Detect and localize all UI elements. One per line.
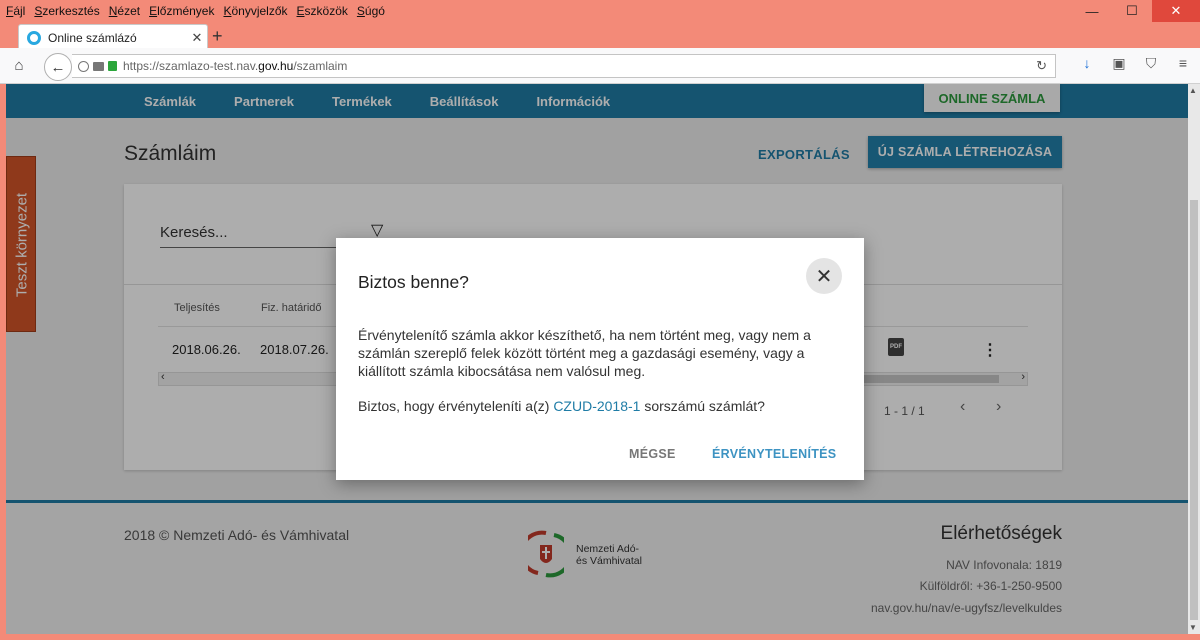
scroll-up-icon[interactable]: ▲ — [1189, 86, 1197, 95]
address-bar[interactable]: https://szamlazo-test.nav.gov.hu/szamlai… — [72, 54, 1056, 78]
home-icon[interactable]: ⌂ — [10, 57, 28, 75]
hamburger-menu-icon[interactable]: ≡ — [1176, 55, 1190, 71]
toolbar-icons: ↓ ▣ ⛉ ≡ — [1080, 55, 1190, 72]
menu-view[interactable]: Nézet — [109, 4, 140, 18]
back-button[interactable]: ← — [44, 53, 72, 81]
dialog-question: Biztos, hogy érvényteleníti a(z) CZUD-20… — [358, 398, 765, 414]
minimize-button[interactable]: — — [1072, 0, 1112, 22]
tab-close-icon[interactable]: ✕ — [187, 30, 207, 46]
scroll-thumb[interactable] — [1190, 200, 1198, 620]
tab-title: Online számlázó — [48, 30, 137, 45]
permissions-icon — [93, 61, 104, 71]
menu-bar: Fájl Szerkesztés Nézet Előzmények Könyvj… — [0, 0, 1200, 22]
confirm-dialog: Biztos benne? ✕ Érvénytelenítő számla ak… — [336, 238, 864, 480]
dialog-title: Biztos benne? — [358, 272, 469, 292]
menu-tools[interactable]: Eszközök — [297, 4, 348, 18]
shield-icon[interactable]: ⛉ — [1144, 55, 1158, 71]
invoice-number: CZUD-2018-1 — [553, 398, 641, 414]
url-text: https://szamlazo-test.nav.gov.hu/szamlai… — [123, 59, 348, 73]
menu-history[interactable]: Előzmények — [149, 4, 214, 18]
invalidate-button[interactable]: ÉRVÉNYTELENÍTÉS — [712, 447, 836, 461]
tab-online-szamlazo[interactable]: Online számlázó ✕ — [18, 24, 208, 50]
new-tab-button[interactable]: + — [212, 26, 223, 47]
menu-edit[interactable]: Szerkesztés — [34, 4, 99, 18]
tab-strip: Online számlázó ✕ + — [0, 22, 1200, 50]
back-arrow-icon: ← — [50, 58, 66, 76]
close-icon[interactable]: ✕ — [806, 258, 842, 294]
info-icon — [78, 60, 89, 72]
window-controls: — ☐ ✕ — [1072, 0, 1200, 22]
sidebar-icon[interactable]: ▣ — [1112, 55, 1126, 71]
vertical-scrollbar[interactable]: ▲ ▼ — [1188, 84, 1200, 634]
cancel-button[interactable]: MÉGSE — [629, 447, 676, 461]
close-window-button[interactable]: ✕ — [1152, 0, 1200, 22]
menu-file[interactable]: Fájl — [6, 4, 25, 18]
scroll-down-icon[interactable]: ▼ — [1189, 623, 1197, 632]
browser-toolbar: ⌂ ← https://szamlazo-test.nav.gov.hu/sza… — [0, 48, 1200, 84]
lock-icon — [108, 61, 117, 71]
menu-bookmarks[interactable]: Könyvjelzők — [223, 4, 287, 18]
reload-icon[interactable]: ↻ — [1036, 58, 1047, 74]
site-identity[interactable] — [78, 60, 117, 72]
site-favicon-icon — [27, 30, 41, 45]
menu-help[interactable]: Súgó — [357, 4, 385, 18]
maximize-button[interactable]: ☐ — [1112, 0, 1152, 22]
download-icon[interactable]: ↓ — [1080, 55, 1094, 71]
dialog-body: Érvénytelenítő számla akkor készíthető, … — [358, 327, 811, 379]
